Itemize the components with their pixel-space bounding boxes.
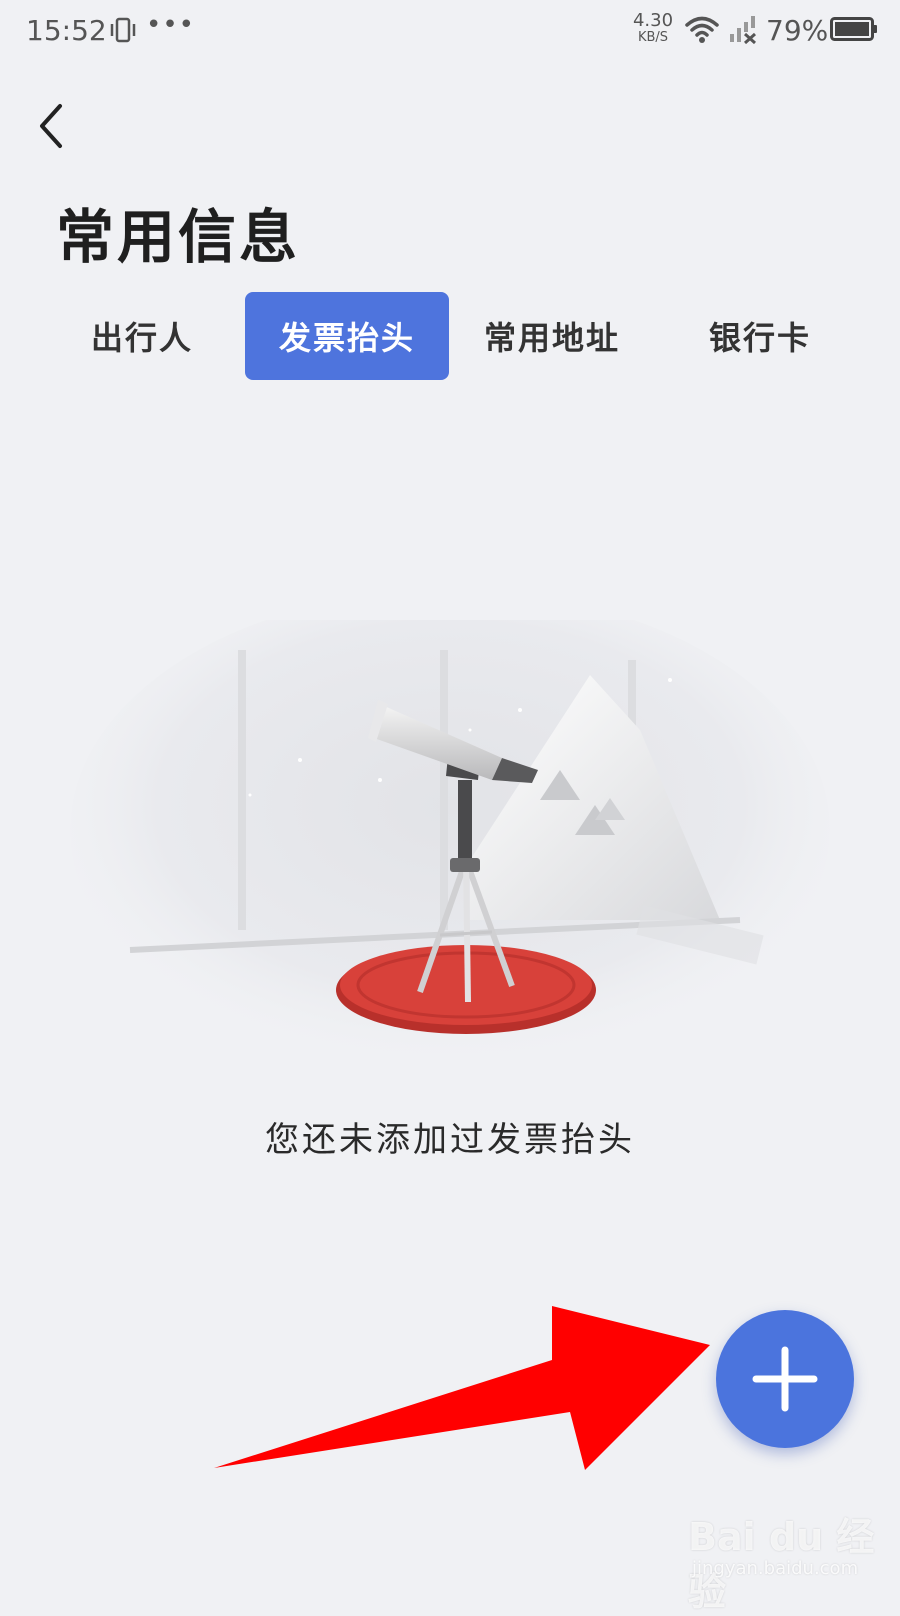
tab-travelers[interactable]: 出行人 <box>42 292 242 380</box>
signal-off-icon <box>730 16 757 44</box>
status-bar: 15:52 ••• 4.30 KB/S 79% <box>0 0 900 64</box>
back-chevron-icon[interactable] <box>30 100 76 152</box>
watermark-url: jingyan.baidu.com <box>692 1558 859 1579</box>
tab-invoice-title[interactable]: 发票抬头 <box>245 292 449 380</box>
plus-icon <box>752 1346 818 1412</box>
page-title: 常用信息 <box>56 203 301 271</box>
tab-bank-card[interactable]: 银行卡 <box>660 292 860 380</box>
net-speed: 4.30 KB/S <box>632 10 674 46</box>
empty-state-message: 您还未添加过发票抬头 <box>265 1120 635 1160</box>
empty-state-telescope-illustration <box>70 620 830 1070</box>
add-invoice-title-button[interactable] <box>716 1310 854 1448</box>
wifi-icon <box>685 16 719 43</box>
vibrate-icon <box>110 17 136 43</box>
red-arrow-annotation <box>214 1306 710 1470</box>
tab-common-address[interactable]: 常用地址 <box>452 292 652 380</box>
battery-icon <box>830 17 877 41</box>
more-dots-icon: ••• <box>146 10 196 40</box>
battery-percent: 79% <box>766 14 829 47</box>
status-time: 15:52 <box>26 14 107 47</box>
